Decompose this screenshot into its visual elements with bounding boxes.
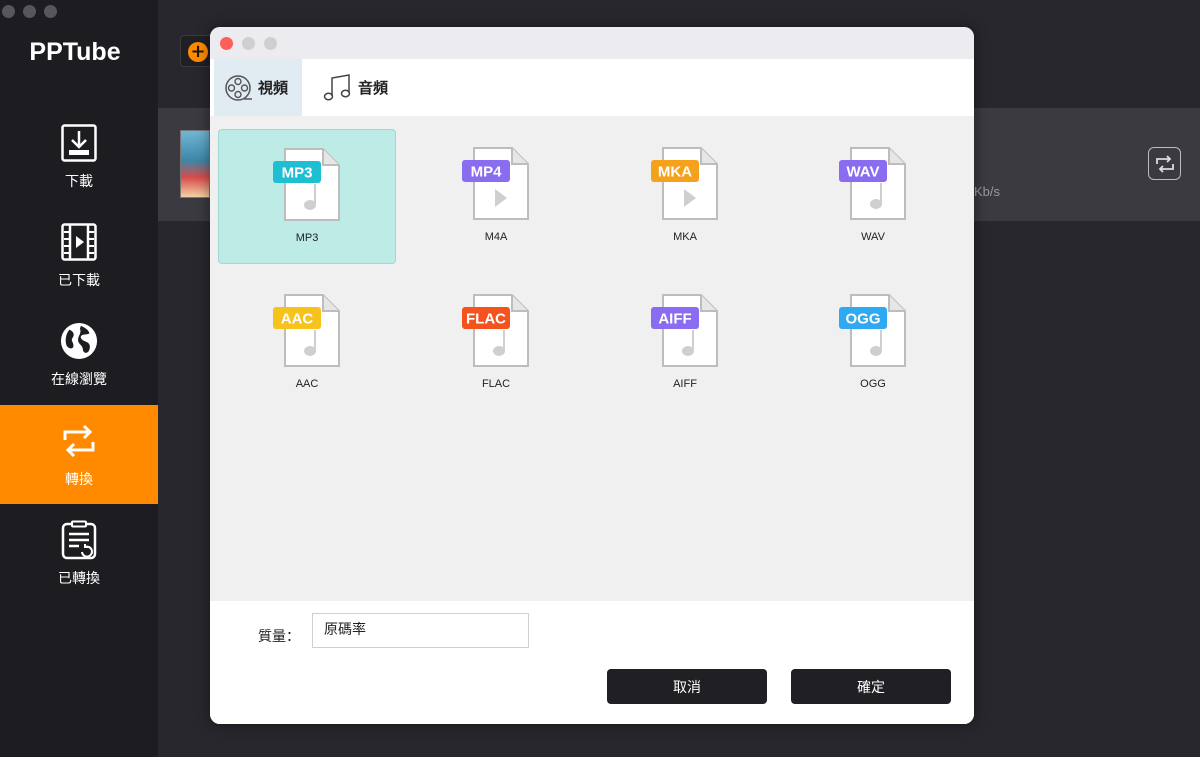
dialog-footer: 質量： 原碼率 取消 確定 bbox=[210, 601, 974, 724]
close-window-button[interactable] bbox=[2, 5, 15, 18]
audio-file-icon: WAV bbox=[839, 147, 906, 220]
format-tabs: 視頻 音頻 bbox=[210, 59, 974, 148]
converted-list-icon bbox=[60, 520, 98, 560]
sidebar-item-browse[interactable]: 在線瀏覽 bbox=[0, 305, 158, 404]
dialog-minimize-button[interactable] bbox=[242, 36, 255, 50]
format-dialog: 視頻 音頻 MP3 MP3 MP4 M4A MKA MKA WAV WAV AAC AAC FLAC… bbox=[210, 27, 974, 724]
download-icon bbox=[60, 123, 98, 163]
film-reel-icon bbox=[225, 74, 252, 101]
sidebar-item-label: 轉換 bbox=[65, 471, 93, 488]
svg-text:MP3: MP3 bbox=[282, 165, 313, 182]
tab-video[interactable]: 視頻 bbox=[214, 59, 302, 116]
add-button[interactable]: + bbox=[180, 35, 214, 67]
format-card-flac[interactable]: FLAC FLAC bbox=[407, 276, 585, 411]
cancel-button[interactable]: 取消 bbox=[607, 669, 767, 704]
svg-text:FLAC: FLAC bbox=[466, 311, 506, 328]
quality-select[interactable]: 原碼率 bbox=[312, 613, 529, 648]
sidebar-item-label: 在線瀏覽 bbox=[51, 371, 107, 388]
format-label: OGG bbox=[860, 378, 886, 390]
audio-file-icon: OGG bbox=[839, 294, 906, 367]
audio-file-icon: MP4 bbox=[462, 147, 529, 220]
minimize-window-button[interactable] bbox=[23, 5, 36, 18]
sidebar-item-label: 已下載 bbox=[58, 272, 100, 289]
video-thumbnail bbox=[180, 130, 210, 198]
format-card-mp3[interactable]: MP3 MP3 bbox=[218, 129, 396, 264]
sidebar: PPTube 下載 已下載 在線瀏覽 轉換 已轉換 bbox=[0, 0, 158, 757]
speed-text: Kb/s bbox=[974, 184, 1001, 199]
format-label: AIFF bbox=[673, 378, 697, 390]
svg-text:MP4: MP4 bbox=[471, 164, 503, 181]
plus-icon: + bbox=[188, 42, 208, 62]
convert-arrows-icon bbox=[60, 421, 98, 461]
svg-text:AAC: AAC bbox=[281, 311, 314, 328]
format-label: AAC bbox=[295, 378, 319, 390]
format-card-ogg[interactable]: OGG OGG bbox=[784, 276, 962, 411]
dialog-close-button[interactable] bbox=[220, 36, 233, 50]
sidebar-item-download[interactable]: 下載 bbox=[0, 107, 158, 206]
sidebar-item-label: 已轉換 bbox=[58, 570, 100, 587]
format-card-aac[interactable]: AAC AAC bbox=[218, 276, 396, 411]
music-note-icon bbox=[323, 73, 351, 100]
row-convert-button[interactable] bbox=[1148, 147, 1181, 180]
format-card-aiff[interactable]: AIFF AIFF bbox=[596, 276, 774, 411]
dialog-titlebar bbox=[210, 27, 974, 59]
format-card-mka[interactable]: MKA MKA bbox=[596, 129, 774, 264]
audio-file-icon: MKA bbox=[651, 147, 718, 220]
globe-icon bbox=[60, 321, 98, 361]
confirm-button[interactable]: 確定 bbox=[791, 669, 951, 704]
dialog-zoom-button[interactable] bbox=[264, 36, 277, 50]
format-card-m4a[interactable]: MP4 M4A bbox=[407, 129, 585, 264]
svg-text:AIFF: AIFF bbox=[658, 311, 691, 328]
svg-text:WAV: WAV bbox=[846, 164, 879, 181]
sidebar-item-convert[interactable]: 轉換 bbox=[0, 405, 158, 504]
sidebar-item-label: 下載 bbox=[65, 173, 93, 190]
svg-text:OGG: OGG bbox=[845, 311, 880, 328]
audio-file-icon: AAC bbox=[273, 294, 340, 367]
audio-file-icon: AIFF bbox=[651, 294, 718, 367]
format-label: WAV bbox=[861, 231, 885, 243]
format-label: MKA bbox=[673, 231, 697, 243]
format-label: MP3 bbox=[295, 232, 319, 244]
tab-label: 視頻 bbox=[258, 79, 289, 97]
audio-file-icon: MP3 bbox=[273, 148, 340, 221]
format-label: M4A bbox=[484, 231, 508, 243]
sidebar-item-converted[interactable]: 已轉換 bbox=[0, 504, 158, 603]
quality-label: 質量： bbox=[258, 629, 300, 645]
audio-file-icon: FLAC bbox=[462, 294, 529, 367]
app-title: PPTube bbox=[29, 38, 121, 66]
sidebar-item-downloaded[interactable]: 已下載 bbox=[0, 206, 158, 305]
convert-arrows-icon bbox=[1155, 154, 1174, 173]
format-label: FLAC bbox=[481, 378, 511, 390]
window-controls bbox=[2, 5, 57, 18]
tab-audio[interactable]: 音頻 bbox=[312, 59, 398, 116]
video-film-icon bbox=[60, 222, 98, 262]
zoom-window-button[interactable] bbox=[44, 5, 57, 18]
tab-label: 音頻 bbox=[358, 79, 389, 97]
format-card-wav[interactable]: WAV WAV bbox=[784, 129, 962, 264]
format-grid: MP3 MP3 MP4 M4A MKA MKA WAV WAV AAC AAC FLAC FLAC AI… bbox=[210, 116, 974, 601]
svg-text:MKA: MKA bbox=[658, 164, 692, 181]
